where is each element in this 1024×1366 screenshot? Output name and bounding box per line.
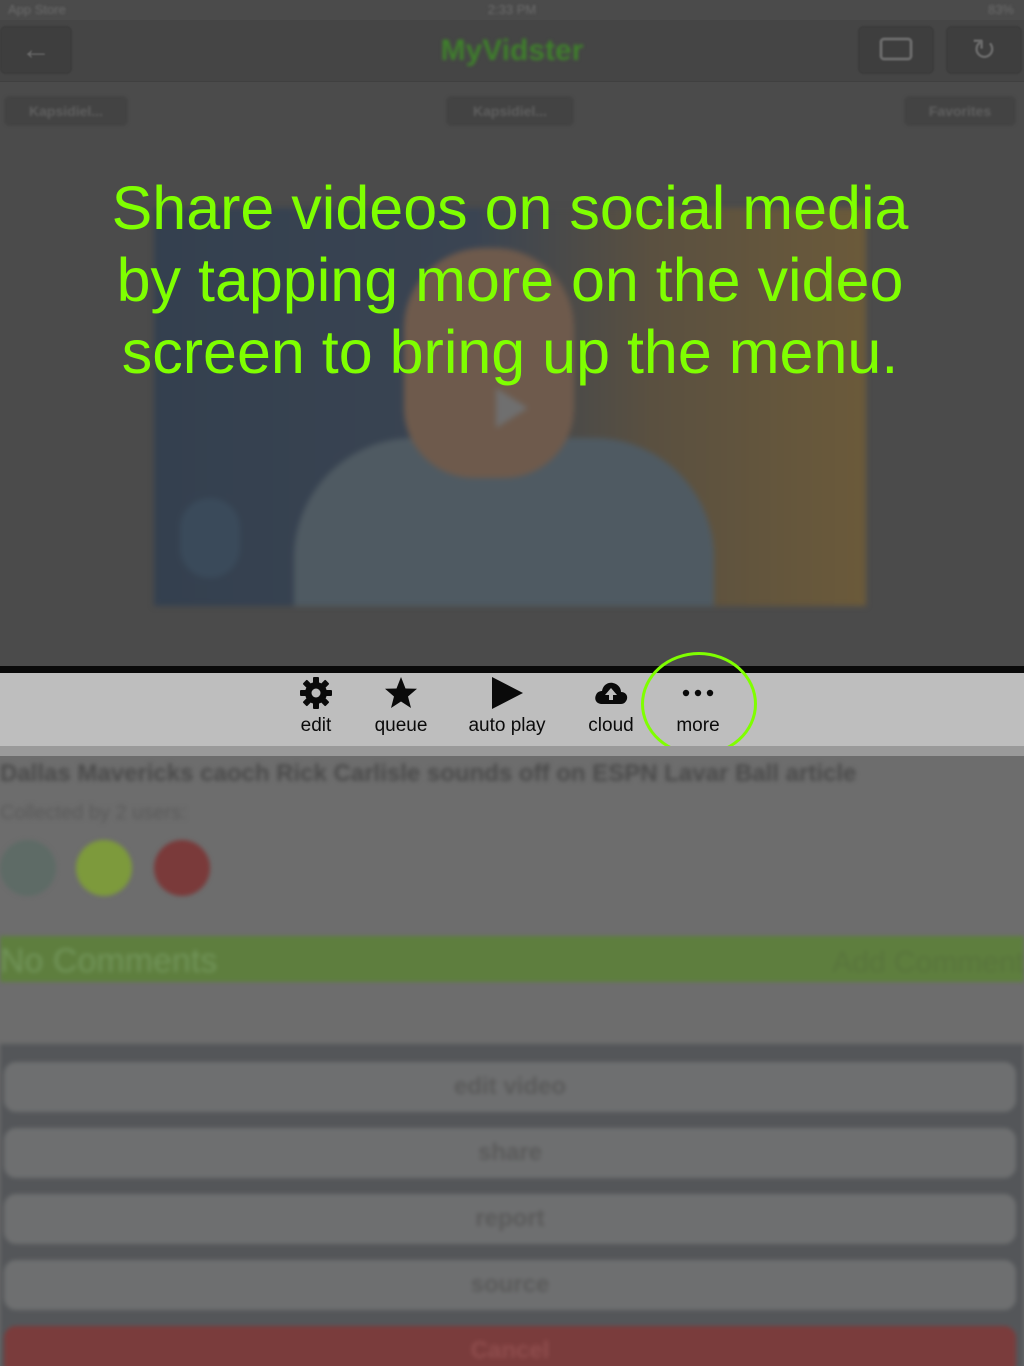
blurred-content: Dallas Mavericks caoch Rick Carlisle sou… <box>0 756 1024 1366</box>
comments-count: No Comments <box>0 942 218 980</box>
toolbar-queue-button[interactable]: queue <box>366 673 436 746</box>
action-sheet: edit video share report source Cancel <box>0 1044 1024 1366</box>
toolbar-edit-button[interactable]: edit <box>286 673 346 746</box>
toolbar-cloud-label: cloud <box>588 715 634 736</box>
status-battery: 83% <box>987 2 1014 17</box>
tab-collection-1[interactable]: Kapsidiel... <box>4 96 128 126</box>
video-toolbar: edit queue auto play cloud more <box>0 673 1024 746</box>
cancel-button[interactable]: Cancel <box>4 1326 1016 1366</box>
collected-by-text: Collected by 2 users: <box>0 802 187 824</box>
share-button[interactable]: share <box>4 1128 1016 1178</box>
cast-icon <box>879 37 913 61</box>
refresh-icon: ↻ <box>971 33 997 67</box>
blurred-content-inner: Dallas Mavericks caoch Rick Carlisle sou… <box>0 756 1024 1366</box>
toolbar-autoplay-label: auto play <box>468 715 546 736</box>
gear-icon <box>298 673 334 713</box>
video-frame-logo <box>180 498 240 578</box>
play-icon <box>489 673 525 713</box>
cloud-upload-icon <box>593 673 629 713</box>
dimmed-background: App Store 2:33 PM 83% ← MyVidster ↻ Kaps… <box>0 0 1024 666</box>
toolbar-edit-label: edit <box>300 715 332 736</box>
report-button[interactable]: report <box>4 1194 1016 1244</box>
nav-bar: ← MyVidster ↻ <box>0 20 1024 82</box>
toolbar-bottom-rule <box>0 746 1024 756</box>
avatar[interactable] <box>76 840 132 896</box>
tab-favorites[interactable]: Favorites <box>904 96 1016 126</box>
status-bar: App Store 2:33 PM 83% <box>0 0 1024 20</box>
add-comment-link[interactable]: Add Comment <box>832 946 1024 980</box>
tab-row: Kapsidiel... Kapsidiel... Favorites <box>0 84 1024 142</box>
source-button[interactable]: source <box>4 1260 1016 1310</box>
edit-video-button[interactable]: edit video <box>4 1062 1016 1112</box>
tab-collection-2[interactable]: Kapsidiel... <box>446 96 574 126</box>
cast-button[interactable] <box>858 26 934 74</box>
avatar[interactable] <box>154 840 210 896</box>
toolbar-queue-label: queue <box>374 715 428 736</box>
status-time: 2:33 PM <box>487 2 537 17</box>
star-icon <box>383 673 419 713</box>
video-title: Dallas Mavericks caoch Rick Carlisle sou… <box>0 760 857 787</box>
tutorial-caption: Share videos on social media by tapping … <box>111 174 909 386</box>
toolbar-cloud-button[interactable]: cloud <box>581 673 641 746</box>
toolbar-divider <box>0 666 1024 673</box>
avatar[interactable] <box>0 840 56 896</box>
toolbar-autoplay-button[interactable]: auto play <box>462 673 552 746</box>
play-icon[interactable] <box>496 388 528 428</box>
refresh-button[interactable]: ↻ <box>946 26 1022 74</box>
more-highlight-ring <box>641 652 757 756</box>
